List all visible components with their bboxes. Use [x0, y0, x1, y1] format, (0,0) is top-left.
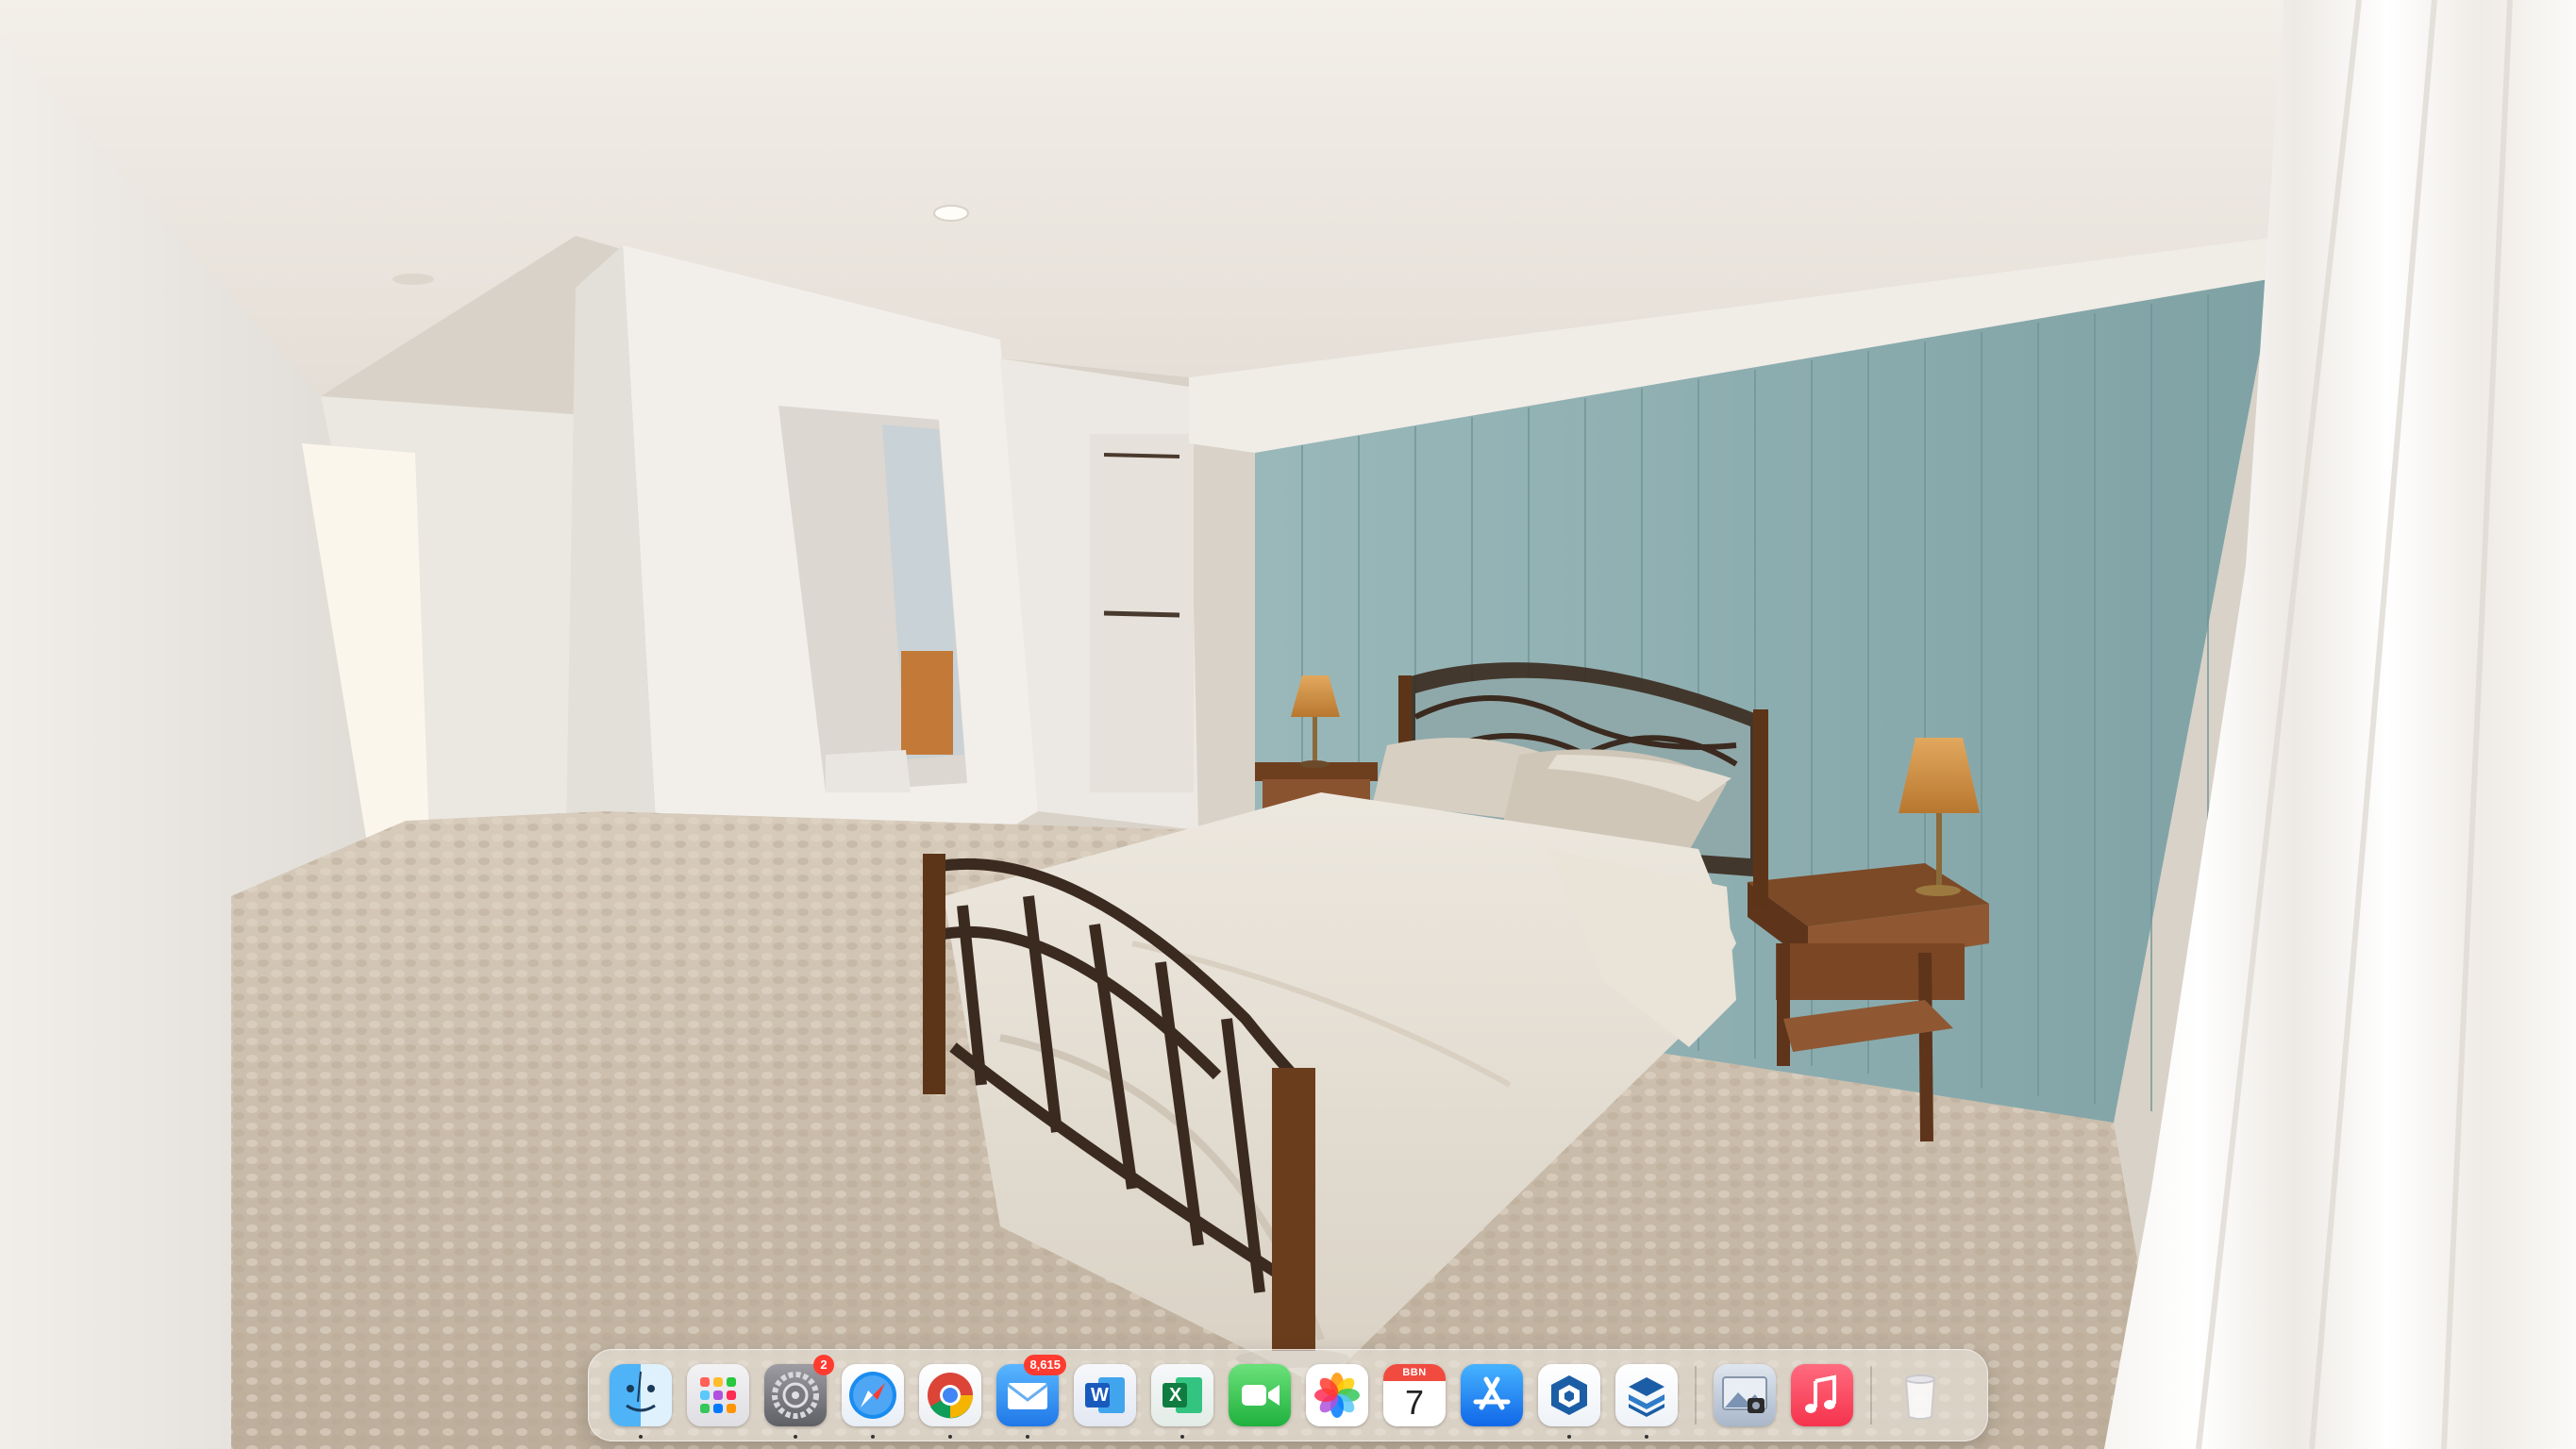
running-indicator — [639, 1435, 643, 1439]
safari-compass-icon — [842, 1364, 904, 1426]
running-indicator — [794, 1435, 797, 1439]
running-indicator — [1645, 1435, 1648, 1439]
dock-item-music[interactable] — [1789, 1362, 1855, 1428]
dock-item-photos[interactable] — [1304, 1362, 1370, 1428]
dock-item-excel[interactable]: X — [1149, 1362, 1215, 1439]
excel-glyph: X — [1169, 1385, 1182, 1406]
wallpaper-image — [0, 0, 2576, 1449]
dock-separator — [1695, 1366, 1697, 1424]
running-indicator — [1026, 1435, 1029, 1439]
app-store-icon — [1461, 1364, 1523, 1426]
calendar-month: BBN — [1383, 1364, 1446, 1381]
photos-flower-icon — [1306, 1364, 1368, 1426]
dock-item-chrome[interactable] — [917, 1362, 983, 1439]
dock-item-trash[interactable] — [1887, 1362, 1953, 1428]
word-icon: W — [1074, 1364, 1136, 1426]
sketchup-icon — [1538, 1364, 1600, 1426]
dock-item-sketchup[interactable] — [1536, 1362, 1602, 1439]
running-indicator — [948, 1435, 952, 1439]
facetime-camera-icon — [1229, 1364, 1291, 1426]
dock-item-facetime[interactable] — [1227, 1362, 1293, 1428]
dock-item-system-settings[interactable]: 2 — [762, 1355, 834, 1439]
calendar-icon: BBN 7 — [1383, 1364, 1446, 1426]
notification-badge: 8,615 — [1024, 1355, 1066, 1375]
dock-item-launchpad[interactable] — [685, 1362, 751, 1428]
dock-item-calendar[interactable]: BBN 7 — [1381, 1362, 1447, 1428]
calendar-day: 7 — [1404, 1383, 1425, 1422]
layout-stack-icon — [1615, 1364, 1678, 1426]
running-indicator — [871, 1435, 875, 1439]
launchpad-icon — [687, 1364, 749, 1426]
desktop: 2 8,615 W X BBN 7 — [0, 0, 2576, 1449]
finder-icon — [610, 1364, 672, 1426]
excel-icon: X — [1151, 1364, 1213, 1426]
notification-badge: 2 — [813, 1355, 834, 1375]
word-glyph: W — [1091, 1385, 1109, 1406]
dock: 2 8,615 W X BBN 7 — [588, 1349, 1988, 1441]
running-indicator — [1180, 1435, 1184, 1439]
dock-item-mail[interactable]: 8,615 — [995, 1355, 1066, 1439]
music-note-icon — [1791, 1364, 1853, 1426]
dock-item-app-store[interactable] — [1459, 1362, 1525, 1428]
chrome-icon — [919, 1364, 981, 1426]
dock-item-safari[interactable] — [840, 1362, 906, 1439]
dock-item-word[interactable]: W — [1072, 1362, 1138, 1428]
dock-item-finder[interactable] — [608, 1362, 674, 1439]
running-indicator — [1567, 1435, 1571, 1439]
dock-separator — [1870, 1366, 1872, 1424]
trash-can-icon — [1889, 1364, 1951, 1426]
preview-icon — [1714, 1364, 1776, 1426]
dock-item-layout[interactable] — [1614, 1362, 1680, 1439]
dock-item-preview[interactable] — [1712, 1362, 1778, 1428]
